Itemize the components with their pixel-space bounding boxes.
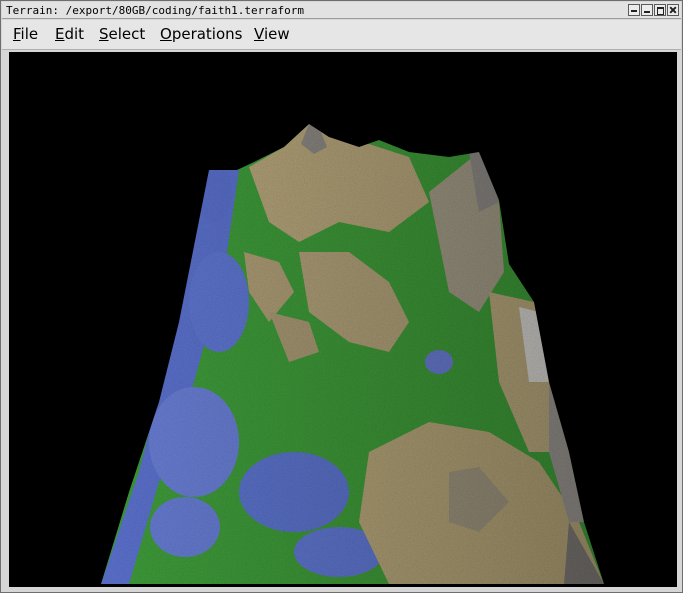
close-icon[interactable] (667, 4, 679, 16)
maximize-icon[interactable] (654, 4, 666, 16)
minimize-icon[interactable] (641, 4, 653, 16)
menu-view-mnemonic: V (254, 25, 264, 43)
terrain-window: Terrain: /export/80GB/coding/faith1.terr… (0, 0, 683, 593)
menu-select[interactable]: Select (99, 25, 145, 43)
menu-view[interactable]: View (254, 25, 290, 43)
window-controls (628, 4, 679, 16)
menu-operations[interactable]: Operations (160, 25, 242, 43)
window-title: Terrain: /export/80GB/coding/faith1.terr… (6, 4, 305, 17)
menu-file[interactable]: File (13, 25, 38, 43)
terrain-render (101, 124, 604, 584)
menu-bar: File Edit Select Operations View (2, 20, 681, 50)
menu-select-label: elect (108, 25, 146, 43)
terrain-viewport[interactable] (9, 52, 677, 587)
menu-edit[interactable]: Edit (55, 25, 84, 43)
menu-file-label: ile (20, 25, 39, 43)
shade-icon[interactable] (628, 4, 640, 16)
title-bar[interactable]: Terrain: /export/80GB/coding/faith1.terr… (2, 2, 681, 19)
menu-operations-label: perations (171, 25, 243, 43)
menu-operations-mnemonic: O (160, 25, 172, 43)
menu-select-mnemonic: S (99, 25, 109, 43)
menu-file-mnemonic: F (13, 25, 21, 43)
menu-edit-label: dit (64, 25, 85, 43)
menu-view-label: iew (263, 25, 290, 43)
